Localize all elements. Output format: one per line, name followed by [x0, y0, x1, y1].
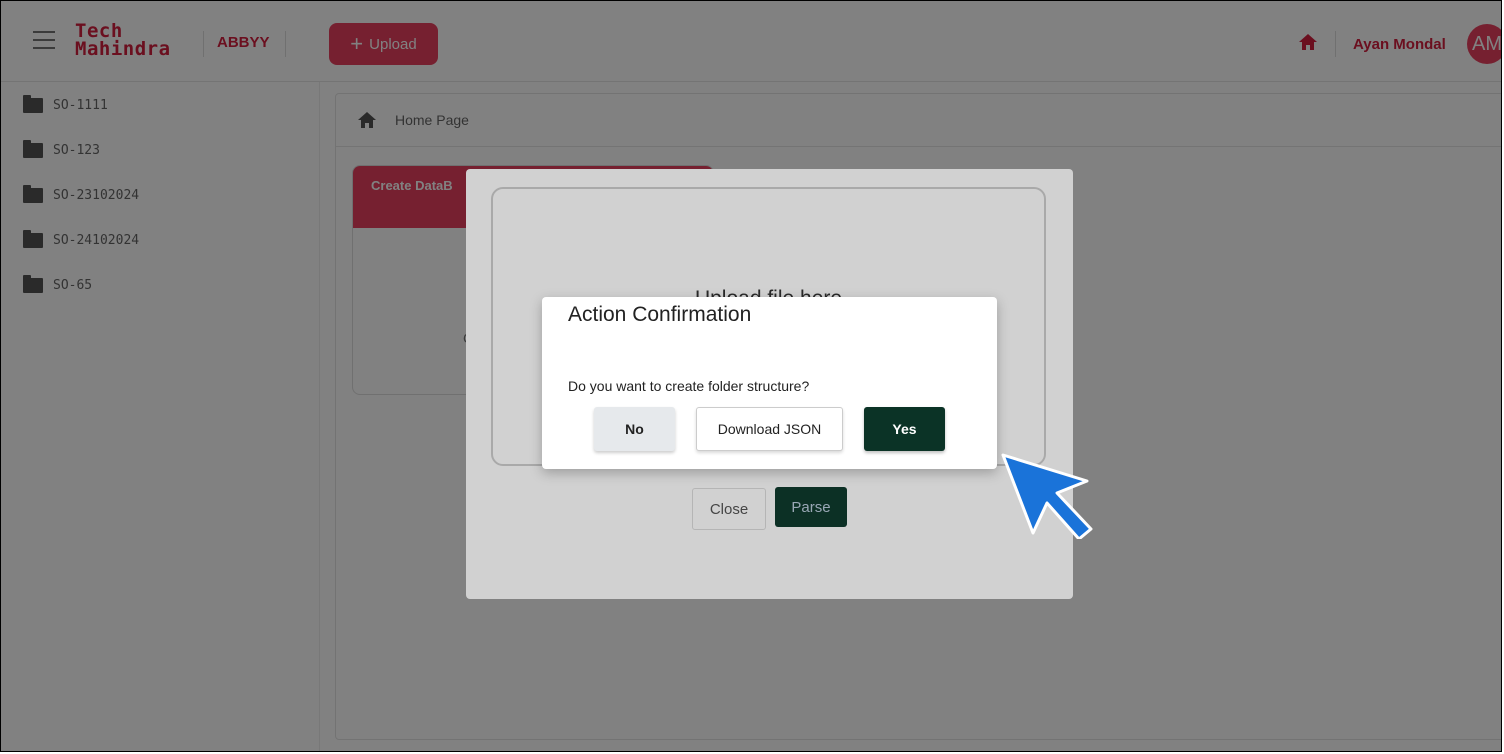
no-button[interactable]: No — [594, 407, 675, 451]
action-confirmation-dialog: Action Confirmation Do you want to creat… — [542, 297, 997, 469]
pointer-arrow-icon — [1001, 453, 1093, 544]
dialog-message: Do you want to create folder structure? — [568, 378, 810, 394]
app-frame: Tech Mahindra ABBYY + Upload Ayan Mondal… — [0, 0, 1502, 752]
download-json-button[interactable]: Download JSON — [696, 407, 843, 451]
dialog-title: Action Confirmation — [568, 303, 752, 326]
yes-button[interactable]: Yes — [864, 407, 945, 451]
